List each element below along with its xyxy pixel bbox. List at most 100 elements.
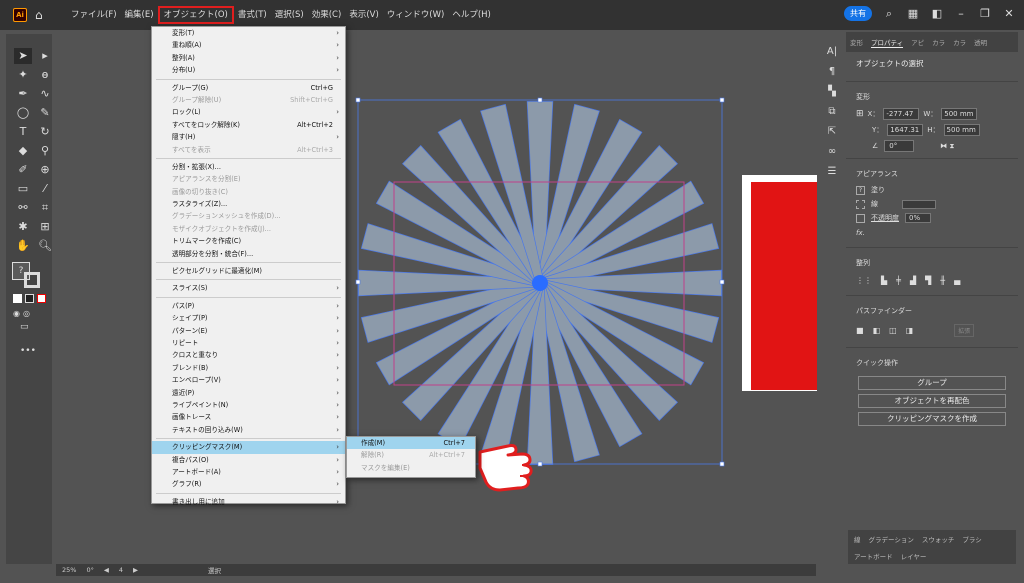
menu-help[interactable]: ヘルプ(H) — [448, 6, 495, 24]
tab-properties[interactable]: プロパティ — [871, 37, 904, 48]
tab-stroke[interactable]: 線 — [854, 534, 861, 544]
fx-button[interactable]: fx. — [846, 225, 1018, 241]
more-tools-icon[interactable]: ••• — [20, 346, 52, 356]
angle-field[interactable]: 0° — [884, 140, 915, 152]
tab-gradient[interactable]: グラデーション — [869, 534, 914, 544]
menu-item[interactable]: ライブペイント(N) › — [152, 399, 345, 411]
tab-color[interactable]: カラ — [932, 37, 945, 47]
lasso-tool-icon[interactable]: ɵ — [36, 67, 54, 83]
menu-item[interactable]: クロスと重なり › — [152, 349, 345, 361]
menu-item[interactable]: 変形(T) › — [152, 27, 345, 39]
menu-file[interactable]: ファイル(F) — [67, 6, 121, 24]
artboard-nav-next-icon[interactable]: ▶ — [133, 566, 138, 574]
links-panel-icon[interactable]: ∞ — [825, 146, 839, 160]
rotate-tool-icon[interactable]: ↻ — [36, 124, 54, 140]
opacity-icon[interactable] — [856, 213, 865, 223]
menu-item[interactable]: リピート › — [152, 337, 345, 349]
minimize-icon[interactable]: – — [954, 7, 968, 20]
menu-item[interactable]: 整列(A) › — [152, 52, 345, 64]
menu-item[interactable]: 書き出し用に追加 › — [152, 496, 345, 508]
menu-select[interactable]: 選択(S) — [271, 6, 308, 24]
menu-item[interactable]: 隠す(H) › — [152, 131, 345, 143]
flip-icons[interactable]: ⧓ ⧗ — [940, 142, 954, 151]
arrange-docs-icon[interactable]: ▦ — [906, 7, 920, 20]
intersect-icon[interactable]: ◫ — [889, 326, 897, 335]
width-tool-icon[interactable]: ⚲ — [36, 143, 54, 159]
screen-mode-icon[interactable]: ▭ — [20, 322, 52, 332]
menu-item[interactable]: ブレンド(B) › — [152, 362, 345, 374]
x-field[interactable]: -277.47 — [883, 108, 920, 120]
menu-object[interactable]: オブジェクト(O) — [157, 6, 234, 24]
menu-item[interactable]: テキストの回り込み(W) › — [152, 424, 345, 436]
paragraph-panel-icon[interactable]: ¶ — [825, 66, 839, 80]
pen-tool-icon[interactable]: ✒ — [14, 86, 32, 102]
y-field[interactable]: 1647.31 — [887, 124, 924, 136]
menu-item[interactable]: クリッピングマスク(M) › — [152, 441, 345, 454]
tab-transparency[interactable]: 透明 — [974, 37, 987, 47]
tab-transform[interactable]: 変形 — [850, 37, 863, 47]
pathfinder-expand-button[interactable]: 拡張 — [954, 324, 975, 337]
tab-appearance[interactable]: アピ — [911, 37, 924, 47]
direct-selection-tool-icon[interactable]: ▸ — [36, 48, 54, 64]
stroke-icon[interactable] — [856, 199, 865, 209]
menu-effect[interactable]: 効果(C) — [308, 6, 346, 24]
menu-window[interactable]: ウィンドウ(W) — [383, 6, 449, 24]
artboard-number-field[interactable]: 4 — [119, 566, 123, 574]
eraser-tool-icon[interactable]: ◆ — [14, 143, 32, 159]
draw-behind-icon[interactable]: ◎ — [23, 309, 30, 318]
menu-item[interactable]: 複合パス(O) › — [152, 454, 345, 466]
search-icon[interactable]: ⌕ — [882, 7, 896, 21]
close-icon[interactable]: ✕ — [1002, 7, 1016, 20]
perspective-tool-icon[interactable]: ▭ — [14, 181, 32, 197]
share-button[interactable]: 共有 — [844, 6, 872, 21]
align-left-icon[interactable]: ▙ — [881, 276, 887, 285]
exclude-icon[interactable]: ◨ — [906, 326, 914, 335]
menu-item[interactable]: 透明部分を分割・統合(F)... — [152, 248, 345, 260]
pencil-tool-icon[interactable]: ✎ — [36, 105, 54, 121]
magic-wand-tool-icon[interactable]: ✦ — [14, 67, 32, 83]
menu-view[interactable]: 表示(V) — [345, 6, 382, 24]
restore-icon[interactable]: ❐ — [978, 7, 992, 20]
h-field[interactable]: 500 mm — [943, 124, 980, 136]
recolor-button[interactable]: オブジェクトを再配色 — [858, 394, 1006, 408]
tab-color-guide[interactable]: カラ — [953, 37, 966, 47]
align-vcenter-icon[interactable]: ╫ — [940, 276, 945, 285]
menu-item[interactable]: 画像トレース › — [152, 411, 345, 423]
zoom-field[interactable]: 25% — [62, 566, 76, 574]
menu-item[interactable]: グループ(G) Ctrl+G — [152, 82, 345, 94]
menu-item[interactable]: ピクセルグリッドに最適化(M) — [152, 265, 345, 277]
blend-tool-icon[interactable]: ⚯ — [14, 200, 32, 216]
shape-builder-tool-icon[interactable]: ⊕ — [36, 162, 54, 178]
align-hcenter-icon[interactable]: ╪ — [896, 276, 901, 285]
gradient-mode-icon[interactable] — [25, 294, 34, 303]
minus-front-icon[interactable]: ◧ — [873, 326, 881, 335]
menu-item[interactable]: 分割・拡張(X)... — [152, 161, 345, 173]
menu-item[interactable]: ラスタライズ(Z)... — [152, 198, 345, 210]
fill-stroke-swatch[interactable]: ? — [12, 262, 46, 288]
menu-item[interactable]: グラフ(R) › — [152, 478, 345, 490]
align-right-icon[interactable]: ▟ — [910, 276, 916, 285]
align-top-icon[interactable]: ▜ — [925, 276, 931, 285]
menu-item[interactable]: トリムマークを作成(C) — [152, 235, 345, 247]
tab-swatches[interactable]: スウォッチ — [922, 534, 955, 544]
tab-artboards[interactable]: アートボード — [854, 551, 893, 561]
unite-icon[interactable]: ■ — [856, 326, 864, 335]
tab-brushes[interactable]: ブラシ — [962, 534, 981, 544]
reference-point-icon[interactable]: ⊞ — [856, 109, 864, 119]
group-button[interactable]: グループ — [858, 376, 1006, 390]
menu-item[interactable]: 分布(U) › — [152, 64, 345, 76]
opacity-field[interactable]: 0% — [905, 213, 931, 223]
mesh-tool-icon[interactable]: ⌗ — [36, 200, 54, 216]
hand-tool-icon[interactable]: ✋ — [14, 238, 32, 254]
menu-item[interactable]: 作成(M) Ctrl+7 — [347, 437, 475, 450]
layers-panel-icon[interactable]: ▚ — [825, 86, 839, 100]
align-panel-icon[interactable]: ☰ — [825, 166, 839, 180]
menu-item[interactable]: パターン(E) › — [152, 325, 345, 337]
artboard-nav-prev-icon[interactable]: ◀ — [104, 566, 109, 574]
make-clipping-mask-button[interactable]: クリッピングマスクを作成 — [858, 412, 1006, 426]
artboard-tool-icon[interactable]: ⊞ — [36, 219, 54, 235]
menu-item[interactable]: すべてをロック解除(K) Alt+Ctrl+2 — [152, 119, 345, 131]
menu-item[interactable]: シェイプ(P) › — [152, 312, 345, 324]
menu-item[interactable]: 重ね順(A) › — [152, 39, 345, 51]
stroke-weight-field[interactable] — [902, 199, 936, 209]
